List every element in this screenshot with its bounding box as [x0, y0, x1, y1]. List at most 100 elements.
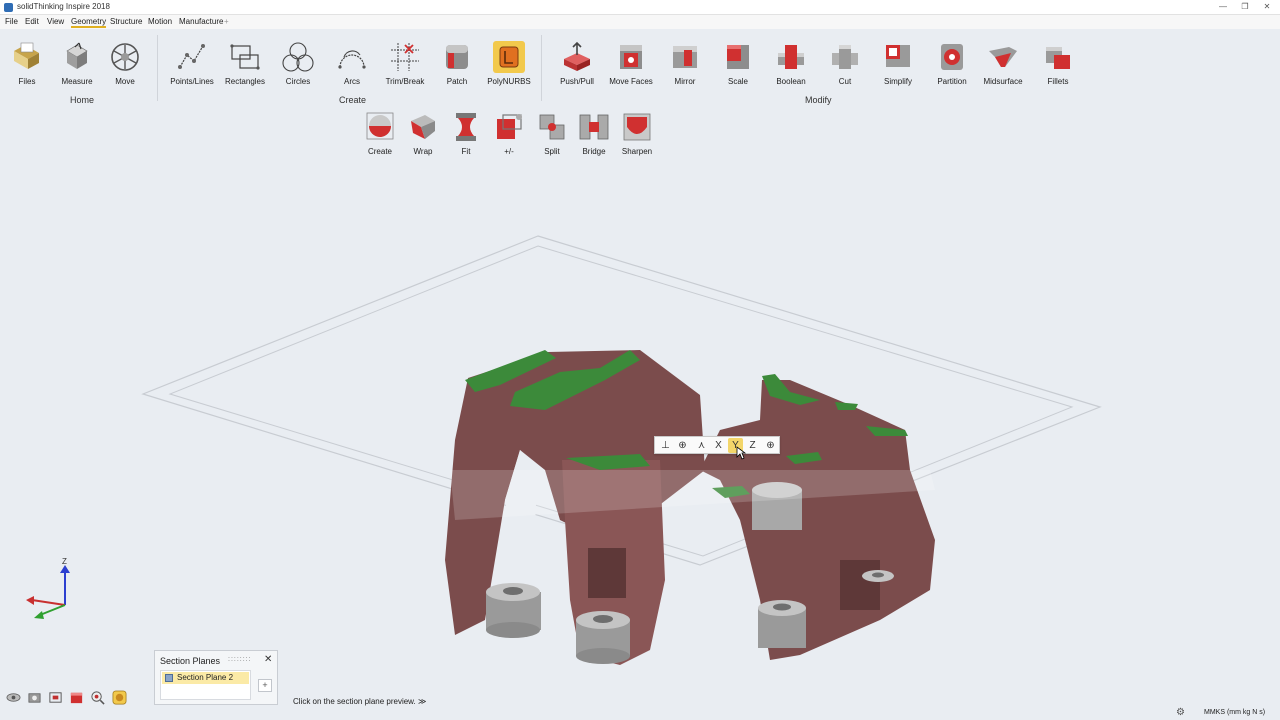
polynurbs-tool[interactable]: PolyNURBS	[482, 41, 536, 93]
cut-label: Cut	[838, 77, 852, 86]
mirror-icon	[673, 46, 697, 68]
ribbon-separator	[157, 35, 158, 101]
view-eye-icon[interactable]	[6, 690, 21, 705]
status-bar: Click on the section plane preview. ≫ ⚙ …	[0, 690, 1280, 720]
files-tool[interactable]: Files	[0, 41, 54, 93]
midsurface-tool[interactable]: Midsurface	[976, 41, 1030, 93]
push-pull-icon	[564, 41, 590, 71]
circles-tool[interactable]: Circles	[271, 41, 325, 93]
simplify-tool[interactable]: Simplify	[871, 41, 925, 93]
close-window-button[interactable]: ✕	[1258, 2, 1276, 13]
split-icon	[539, 114, 565, 140]
trim-break-tool[interactable]: Trim/Break	[378, 41, 432, 93]
view-camera-icon[interactable]	[27, 690, 42, 705]
bridge-icon	[579, 114, 609, 140]
fillets-icon	[1046, 47, 1070, 69]
push-pull-tool[interactable]: Push/Pull	[550, 41, 604, 93]
boolean-icon	[778, 45, 804, 69]
minimize-button[interactable]: —	[1214, 2, 1232, 13]
move-faces-tool[interactable]: Move Faces	[604, 41, 658, 93]
points-lines-tool[interactable]: Points/Lines	[165, 41, 219, 93]
boss-middle[interactable]	[576, 611, 630, 664]
patch-label: Patch	[446, 77, 468, 86]
fit-icon	[456, 113, 476, 141]
add-tab-button[interactable]: +	[224, 17, 229, 26]
rectangles-tool[interactable]: Rectangles	[218, 41, 272, 93]
hint-chevron-icon[interactable]: ≫	[418, 697, 426, 706]
plane-axes-icon[interactable]: ⋏	[694, 438, 709, 453]
maximize-button[interactable]: ❐	[1236, 2, 1254, 13]
panel-grip-handle[interactable]: ::::::::	[228, 656, 252, 663]
section-plane-label: Section Plane 2	[177, 673, 234, 682]
view-box-icon[interactable]	[48, 690, 63, 705]
circles-icon	[282, 42, 314, 72]
triad-icon: Z	[26, 557, 70, 619]
files-icon	[14, 42, 39, 69]
measure-tool[interactable]: Measure	[50, 41, 104, 93]
mouse-cursor-icon	[736, 446, 746, 460]
z-axis-button[interactable]: Z	[745, 438, 760, 453]
triad-z-label: Z	[62, 557, 67, 566]
patch-tool[interactable]: Patch	[430, 41, 484, 93]
sharpen-icon	[623, 113, 651, 141]
boss-left[interactable]	[486, 583, 541, 638]
boolean-tool[interactable]: Boolean	[764, 41, 818, 93]
part-recess	[588, 548, 626, 598]
x-axis-button[interactable]: X	[711, 438, 726, 453]
menu-geometry[interactable]: Geometry	[71, 17, 107, 28]
section-plane-minibar: ⊥ ⊕ ⋏ X Y Z ⊕	[654, 436, 780, 454]
boss-right[interactable]	[758, 600, 806, 648]
midsurface-icon	[989, 47, 1017, 67]
menu-structure[interactable]: Structure	[110, 17, 142, 26]
modify-group-label: Modify	[805, 95, 832, 105]
view-shaded-icon[interactable]	[69, 690, 84, 705]
sharpen-tool[interactable]: Sharpen	[610, 111, 664, 163]
points-lines-icon	[178, 44, 205, 69]
measure-icon	[66, 42, 88, 69]
home-group-label: Home	[70, 95, 95, 105]
simplify-label: Simplify	[883, 77, 912, 86]
plane-flip-icon[interactable]: ⊕	[675, 438, 690, 453]
settings-icon[interactable]: ⚙	[1176, 707, 1185, 718]
mirror-label: Mirror	[674, 77, 696, 86]
part-recess	[840, 560, 880, 610]
section-plane-item[interactable]: Section Plane 2	[162, 672, 249, 684]
boss-back-right[interactable]	[862, 570, 894, 582]
push-pull-label: Push/Pull	[560, 77, 594, 86]
menu-manufacture[interactable]: Manufacture	[179, 17, 223, 26]
plane-reset-icon[interactable]: ⊕	[763, 438, 778, 453]
trim-break-icon	[391, 43, 419, 71]
status-hint: Click on the section plane preview. ≫	[293, 697, 426, 706]
menu-file[interactable]: File	[5, 17, 18, 26]
axis-triad[interactable]: Z	[18, 555, 78, 625]
partition-tool[interactable]: Partition	[925, 41, 979, 93]
files-label: Files	[18, 77, 36, 86]
scale-tool[interactable]: Scale	[711, 41, 765, 93]
plane-align-icon[interactable]: ⊥	[658, 438, 673, 453]
optimized-part-right[interactable]	[700, 380, 935, 660]
units-selector[interactable]: MMKS (mm kg N s)	[1204, 709, 1265, 716]
menu-motion[interactable]: Motion	[148, 17, 172, 26]
ribbon-separator	[541, 35, 542, 101]
arcs-tool[interactable]: Arcs	[325, 41, 379, 93]
plus-minus-icon	[497, 114, 522, 139]
measure-label: Measure	[61, 77, 93, 86]
scale-icon	[727, 45, 749, 69]
move-tool[interactable]: Move	[98, 41, 152, 93]
view-cube-icon[interactable]	[112, 690, 127, 705]
menu-view[interactable]: View	[47, 17, 64, 26]
trim-break-label: Trim/Break	[385, 77, 425, 86]
zoom-icon[interactable]	[90, 690, 105, 705]
menu-bar: File Edit View Geometry Structure Motion…	[0, 15, 1280, 29]
model-viewport[interactable]	[0, 160, 1280, 690]
app-icon	[4, 3, 13, 12]
cut-tool[interactable]: Cut	[818, 41, 872, 93]
menu-edit[interactable]: Edit	[25, 17, 39, 26]
mirror-tool[interactable]: Mirror	[658, 41, 712, 93]
sphere-icon	[366, 112, 394, 140]
rectangles-icon	[230, 44, 260, 70]
midsurface-label: Midsurface	[983, 77, 1023, 86]
fillets-tool[interactable]: Fillets	[1031, 41, 1085, 93]
close-icon[interactable]: ✕	[264, 654, 272, 665]
design-face	[835, 402, 858, 410]
